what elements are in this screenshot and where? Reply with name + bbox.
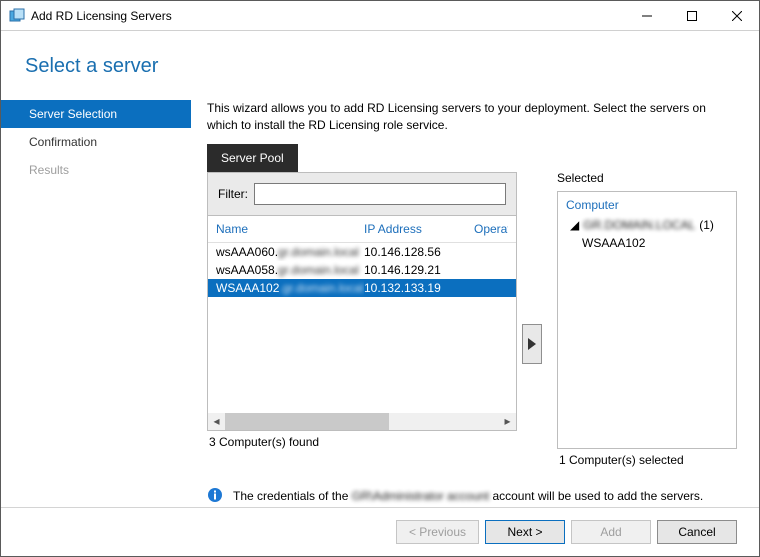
step-confirmation[interactable]: Confirmation [1, 128, 191, 156]
row-name: wsAAA060. [216, 245, 278, 259]
selected-list[interactable]: Computer ◢ GR.DOMAIN.LOCAL (1) WSAAA102 [557, 191, 737, 449]
credentials-info: The credentials of the GR\Administrator … [207, 487, 737, 506]
selected-item[interactable]: WSAAA102 [582, 236, 728, 250]
grid-header: Name IP Address Operat [208, 216, 516, 243]
row-ip: 10.146.128.56 [364, 243, 474, 261]
horizontal-scrollbar[interactable]: ◂ ▸ [208, 413, 516, 430]
titlebar: Add RD Licensing Servers [1, 1, 759, 31]
steps-sidebar: Server Selection Confirmation Results [1, 92, 191, 507]
pool-count: 3 Computer(s) found [207, 431, 517, 453]
server-pool-tab[interactable]: Server Pool [207, 144, 298, 172]
wizard-footer: < Previous Next > Add Cancel [1, 507, 759, 556]
app-icon [9, 8, 25, 24]
filter-input[interactable] [254, 183, 506, 205]
add-button: Add [571, 520, 651, 544]
previous-button: < Previous [396, 520, 479, 544]
row-name: wsAAA058. [216, 263, 278, 277]
table-row[interactable]: WSAAA102.gr.domain.local 10.132.133.19 [208, 279, 516, 297]
wizard-window: Add RD Licensing Servers Select a server… [0, 0, 760, 557]
table-row[interactable]: wsAAA058.gr.domain.local 10.146.129.21 [208, 261, 516, 279]
row-ip: 10.146.129.21 [364, 261, 474, 279]
window-title: Add RD Licensing Servers [31, 9, 624, 23]
content-area: This wizard allows you to add RD Licensi… [191, 92, 759, 507]
row-name-obscured: gr.domain.local [278, 261, 359, 279]
step-results: Results [1, 156, 191, 184]
selected-label: Selected [557, 144, 737, 185]
server-pool-grid: Name IP Address Operat wsAAA060.gr.domai… [207, 215, 517, 431]
close-button[interactable] [714, 1, 759, 31]
selected-group[interactable]: ◢ GR.DOMAIN.LOCAL (1) [570, 218, 728, 232]
intro-text: This wizard allows you to add RD Licensi… [207, 100, 737, 134]
col-ip[interactable]: IP Address [364, 222, 474, 236]
scroll-left-icon[interactable]: ◂ [208, 413, 225, 430]
page-title: Select a server [25, 55, 759, 78]
scroll-thumb[interactable] [225, 413, 389, 430]
row-name-obscured: gr.domain.local [278, 243, 359, 261]
selected-count: 1 Computer(s) selected [557, 449, 737, 471]
filter-label: Filter: [218, 187, 248, 201]
cancel-button[interactable]: Cancel [657, 520, 737, 544]
selected-header: Computer [566, 198, 728, 212]
next-button[interactable]: Next > [485, 520, 565, 544]
collapse-icon[interactable]: ◢ [570, 218, 579, 232]
scroll-right-icon[interactable]: ▸ [499, 413, 516, 430]
info-text: The credentials of the GR\Administrator … [233, 489, 703, 503]
info-icon [207, 487, 223, 506]
maximize-button[interactable] [669, 1, 714, 31]
minimize-button[interactable] [624, 1, 669, 31]
col-name[interactable]: Name [216, 222, 364, 236]
page-header: Select a server [1, 31, 759, 88]
col-os[interactable]: Operat [474, 222, 508, 236]
grid-body[interactable]: wsAAA060.gr.domain.local 10.146.128.56 w… [208, 243, 516, 413]
table-row[interactable]: wsAAA060.gr.domain.local 10.146.128.56 [208, 243, 516, 261]
step-server-selection[interactable]: Server Selection [1, 100, 191, 128]
add-to-selected-button[interactable] [522, 324, 542, 364]
group-name: GR.DOMAIN.LOCAL [583, 218, 695, 232]
row-name: WSAAA102 [216, 281, 279, 295]
row-ip: 10.132.133.19 [364, 279, 474, 297]
group-count: (1) [699, 218, 714, 232]
selected-panel: Selected Computer ◢ GR.DOMAIN.LOCAL (1) … [557, 144, 737, 471]
server-pool-panel: Server Pool Filter: Name IP Add [207, 144, 517, 471]
row-name-obscured: .gr.domain.local [279, 279, 363, 297]
